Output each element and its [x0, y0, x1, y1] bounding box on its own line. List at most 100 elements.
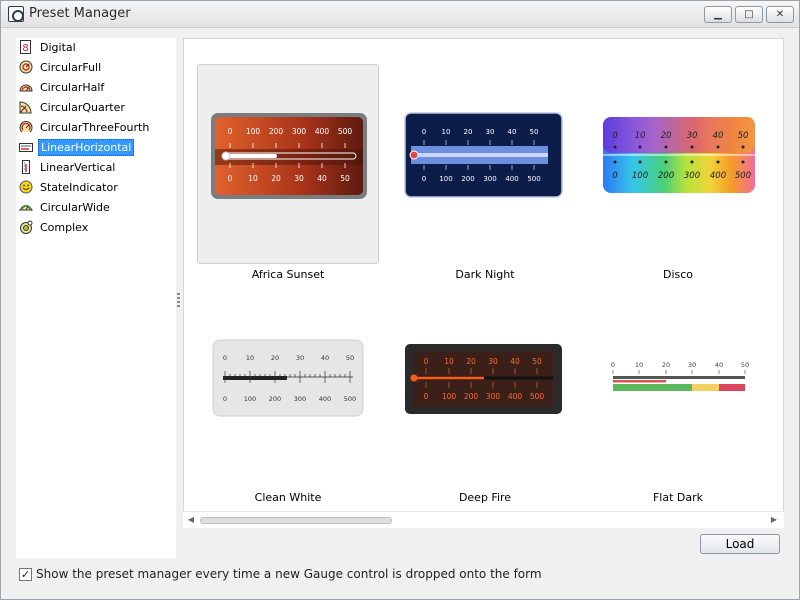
sidebar-item-linearvertical[interactable]: LinearVertical — [18, 158, 117, 176]
maximize-button[interactable]: □ — [735, 6, 763, 23]
scale-label: 0 — [611, 361, 615, 369]
scale-label: 50 — [346, 354, 354, 362]
scale-label: 500 — [735, 171, 751, 181]
scale-label: 10 — [246, 354, 254, 362]
scale-label: 500 — [530, 392, 545, 401]
scale-label: 40 — [713, 131, 724, 141]
scale-label: 20 — [466, 357, 476, 366]
scale-label: 30 — [688, 361, 696, 369]
sidebar-item-circularwide[interactable]: CircularWide — [18, 198, 112, 216]
preset-name: Disco — [662, 268, 694, 281]
sidebar-item-stateindicator[interactable]: StateIndicator — [18, 178, 120, 196]
scale-label: 0 — [228, 174, 233, 183]
sidebar-item-label: LinearHorizontal — [38, 138, 135, 156]
circular-half-gauge-icon — [18, 80, 33, 95]
show-preset-manager-option[interactable]: ✓ Show the preset manager every time a n… — [19, 567, 542, 581]
load-button[interactable]: Load — [700, 534, 780, 554]
circular-wide-gauge-icon — [18, 200, 33, 215]
scale-label: 0 — [424, 392, 429, 401]
scale-label: 200 — [461, 175, 474, 183]
linear-vertical-gauge-icon — [18, 160, 33, 175]
scale-label: 20 — [271, 174, 281, 183]
digital-gauge-icon: 8 — [18, 40, 33, 55]
sidebar-item-label: CircularQuarter — [40, 100, 125, 114]
scale-label: 300 — [486, 392, 501, 401]
scale-label: 20 — [464, 128, 473, 136]
scale-label: 10 — [635, 131, 646, 141]
scale-label: 10 — [444, 357, 454, 366]
window-title: Preset Manager — [29, 6, 131, 21]
circular-full-gauge-icon — [18, 60, 33, 75]
scale-label: 30 — [294, 174, 304, 183]
scale-label: 50 — [530, 128, 539, 136]
preset-card[interactable]: 0 10 20 30 40 50 — [587, 287, 769, 487]
scale-label: 300 — [292, 127, 307, 136]
scale-label: 400 — [315, 127, 330, 136]
sidebar-item-label: CircularWide — [40, 200, 110, 214]
horizontal-scrollbar[interactable]: ◀ ▶ — [183, 511, 784, 528]
africa-sunset-gauge-preview: 0 100 200 300 400 500 0 10 20 30 40 50 — [211, 113, 367, 199]
preset-card[interactable]: 0 100 200 300 400 500 0 10 20 30 40 50 — [197, 64, 379, 264]
preset-name: Africa Sunset — [251, 268, 325, 281]
circular-three-fourth-gauge-icon — [18, 120, 33, 135]
scale-label: 0 — [612, 171, 617, 181]
sidebar-item-circularthreefourth[interactable]: CircularThreeFourth — [18, 118, 151, 136]
scale-label: 200 — [464, 392, 479, 401]
circular-quarter-gauge-icon — [18, 100, 33, 115]
scale-label: 20 — [661, 131, 672, 141]
sidebar-item-label: Complex — [40, 220, 89, 234]
deep-fire-gauge-preview: 0 10 20 30 40 50 0 100 200 300 400 500 — [405, 344, 562, 414]
sidebar-item-circularquarter[interactable]: CircularQuarter — [18, 98, 127, 116]
show-preset-manager-label[interactable]: Show the preset manager every time a new… — [36, 567, 542, 581]
preset-card[interactable]: 0 10 20 30 40 50 0 100 200 300 400 500 — [394, 64, 576, 264]
scale-label: 40 — [317, 174, 327, 183]
scale-label: 50 — [532, 357, 542, 366]
scroll-left-icon[interactable]: ◀ — [186, 514, 196, 526]
scale-label: 100 — [244, 395, 256, 403]
scroll-right-icon[interactable]: ▶ — [769, 514, 779, 526]
sidebar-item-label: CircularHalf — [40, 80, 105, 94]
scale-label: 20 — [271, 354, 279, 362]
state-indicator-icon — [18, 180, 33, 195]
svg-text:8: 8 — [22, 43, 28, 54]
sidebar-item-linearhorizontal[interactable]: LinearHorizontal — [18, 138, 135, 156]
title-bar[interactable]: Preset Manager ▁ □ ✕ — [1, 1, 799, 28]
preset-card[interactable]: 0 10 20 30 40 50 0 100 200 300 400 500 — [587, 64, 769, 264]
splitter-handle[interactable] — [177, 293, 180, 307]
scale-label: 200 — [269, 395, 281, 403]
scale-label: 400 — [319, 395, 331, 403]
scale-label: 30 — [687, 131, 698, 141]
sidebar-item-label: Digital — [40, 40, 76, 54]
sidebar-item-digital[interactable]: 8 Digital — [18, 38, 78, 56]
scale-label: 100 — [246, 127, 261, 136]
scale-label: 500 — [527, 175, 540, 183]
gauge-type-list: 8 Digital CircularFull CircularHalf Circ… — [16, 38, 176, 558]
disco-gauge-preview: 0 10 20 30 40 50 0 100 200 300 400 500 — [603, 117, 755, 193]
scale-label: 30 — [488, 357, 498, 366]
scale-label: 40 — [715, 361, 723, 369]
preset-card[interactable]: 0 10 20 30 40 50 0 100 200 300 400 500 — [197, 287, 379, 487]
scale-label: 300 — [294, 395, 306, 403]
preset-manager-window: Preset Manager ▁ □ ✕ 8 Digital CircularF… — [0, 0, 800, 600]
sidebar-item-circularfull[interactable]: CircularFull — [18, 58, 103, 76]
scale-label: 300 — [684, 171, 700, 181]
preset-card[interactable]: 0 10 20 30 40 50 0 100 200 300 400 500 — [394, 287, 576, 487]
clean-white-gauge-preview: 0 10 20 30 40 50 0 100 200 300 400 500 — [212, 339, 364, 417]
close-button[interactable]: ✕ — [766, 6, 794, 23]
scale-label: 300 — [483, 175, 496, 183]
scale-label: 50 — [738, 131, 749, 141]
scale-label: 40 — [510, 357, 520, 366]
scale-label: 500 — [338, 127, 353, 136]
scrollbar-thumb[interactable] — [200, 517, 392, 524]
sidebar-item-complex[interactable]: Complex — [18, 218, 90, 236]
scale-label: 10 — [248, 174, 258, 183]
minimize-button[interactable]: ▁ — [704, 6, 732, 23]
show-preset-manager-checkbox[interactable]: ✓ — [19, 567, 32, 581]
scale-label: 0 — [612, 131, 617, 141]
scale-label: 0 — [223, 354, 227, 362]
dark-night-gauge-preview: 0 10 20 30 40 50 0 100 200 300 400 500 — [404, 112, 563, 198]
linear-horizontal-gauge-icon — [18, 140, 33, 155]
sidebar-item-circularhalf[interactable]: CircularHalf — [18, 78, 106, 96]
scale-label: 0 — [424, 357, 429, 366]
scale-label: 30 — [296, 354, 304, 362]
